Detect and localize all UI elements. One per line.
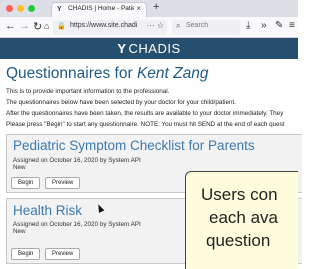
close-tab-icon[interactable]: × [136,4,141,13]
page-title: Questionnaires for Kent Zang [6,65,209,83]
patient-name: Kent Zang [136,65,209,82]
preview-button[interactable]: Preview [45,177,81,189]
close-window-icon[interactable] [6,5,13,12]
page-actions-icon[interactable]: ··· ☆ [147,21,164,30]
intro-line-1: This is to provide important information… [6,88,170,95]
caption-overlay: Users con each ava question [185,171,298,269]
begin-button[interactable]: Begin [11,248,41,260]
search-input[interactable]: ⌕ Search [172,20,240,35]
home-icon[interactable]: ⌂ [44,21,49,31]
intro-line-2: The questionnaires below have been selec… [6,99,236,106]
intro-line-4: Please press "Begin" to start any questi… [6,121,285,128]
reload-icon[interactable]: ↻ [33,20,42,33]
preview-button[interactable]: Preview [45,248,81,260]
menu-icon[interactable]: ≡ [289,20,295,31]
overflow-chevron-icon[interactable]: » [261,20,267,31]
questionnaire-status: New [13,228,26,235]
page-title-prefix: Questionnaires for [6,65,137,82]
back-arrow-icon[interactable]: ← [5,20,16,32]
begin-button[interactable]: Begin [11,177,41,189]
maximize-window-icon[interactable] [28,5,35,12]
tab-title: CHADIS | Home - Patient Dash [68,5,134,12]
browser-tab-bar: Y CHADIS | Home - Patient Dash × + [0,0,298,17]
caption-line-1: Users con [201,185,278,204]
browser-tab[interactable]: Y CHADIS | Home - Patient Dash × [51,2,147,17]
questionnaire-assigned: Assigned on October 16, 2020 by System A… [13,157,141,164]
url-text: https://www.site.chadi [70,22,138,29]
questionnaire-title: Health Risk [13,203,83,218]
search-icon: ⌕ [176,21,181,30]
caption-line-2: each ava [209,208,278,227]
lock-icon: 🔒 [57,23,66,30]
download-icon[interactable]: ⤓ [246,20,250,31]
chadis-favicon-icon: Y [57,6,62,13]
intro-line-3: After the questionnaires have been taken… [6,110,284,117]
forward-arrow-icon[interactable]: → [19,20,30,32]
extension-icon[interactable]: ✎ [275,20,283,31]
url-bar[interactable]: 🔒 https://www.site.chadi ··· ☆ [53,20,167,35]
questionnaire-status: New [13,164,26,171]
caption-line-3: question [206,231,271,250]
questionnaire-title: Pediatric Symptom Checklist for Parents [13,138,255,153]
browser-toolbar: ← → ↻ ⌂ 🔒 https://www.site.chadi ··· ☆ ⌕… [0,17,298,38]
brand-name: CHADIS [128,41,181,56]
questionnaire-assigned: Assigned on October 16, 2020 by System A… [13,221,141,228]
search-placeholder: Search [186,22,209,29]
site-logo[interactable]: Y CHADIS [0,41,298,56]
chadis-logo-icon: Y [117,41,127,56]
minimize-window-icon[interactable] [17,5,24,12]
site-header: Y CHADIS [0,38,298,59]
new-tab-icon[interactable]: + [153,1,159,13]
